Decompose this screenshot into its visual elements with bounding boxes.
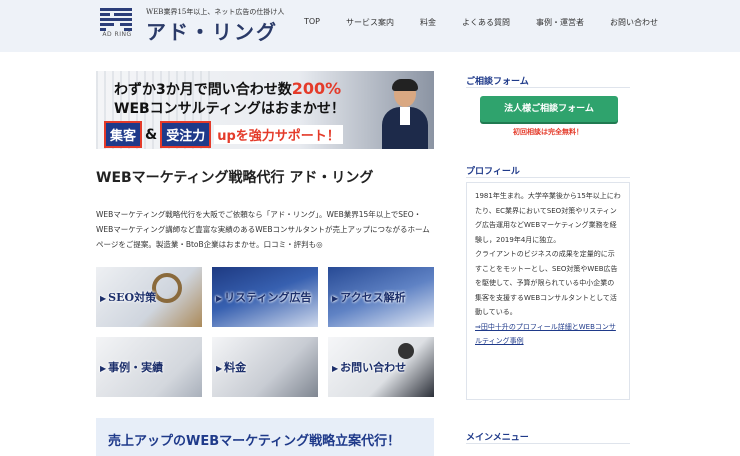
tile-cases[interactable]: ▶ 事例・実績 (96, 337, 202, 397)
global-nav: TOP サービス案内 料金 よくある質問 事例・運営者 お問い合わせ (298, 17, 671, 28)
profile-heading: プロフィール (466, 167, 520, 177)
nav-item-faq[interactable]: よくある質問 (449, 17, 523, 28)
tile-analytics[interactable]: ▶ アクセス解析 (328, 267, 434, 327)
service-tiles: ▶ SEO対策 ▶ リスティング広告 ▶ アクセス解析 ▶ 事例・実績 ▶ 料金 ▶ お問い… (96, 267, 436, 397)
site-brand[interactable]: アド・リング (146, 16, 278, 45)
consult-heading: ご相談フォーム (466, 77, 529, 87)
hero-tags: 集客 & 受注力 upを強力サポート！ (104, 121, 343, 148)
hero-headline: わずか3か月で問い合わせ数200% (114, 79, 342, 98)
logo-icon (100, 8, 132, 31)
nav-item-top[interactable]: TOP (298, 17, 333, 28)
consult-note: 初回相談は完全無料！ (513, 128, 583, 136)
nav-item-cases[interactable]: 事例・運営者 (523, 17, 597, 28)
profile-text-2: クライアントのビジネスの成果を定量的に示すことをモットーとし、SEO対策やWEB… (475, 250, 618, 316)
site-header: AD RING WEB業界15年以上、ネット広告の仕掛け人 アド・リング TOP… (0, 0, 740, 52)
consult-button[interactable]: 法人様ご相談フォーム (480, 96, 618, 122)
hero-tag-order: 受注力 (160, 121, 212, 148)
hero-tag-attract: 集客 (104, 121, 143, 148)
tile-seo[interactable]: ▶ SEO対策 (96, 267, 202, 327)
profile-text-1: 1981年生まれ。大学卒業後から15年以上にわたり、EC業界においてSEO対策や… (475, 192, 621, 244)
magnifier-icon (152, 273, 182, 303)
cta-band-heading: 売上アップのWEBマーケティング戦略立案代行！ (108, 434, 401, 449)
hero-highlight: 200% (291, 79, 342, 98)
page-title: WEBマーケティング戦略代行 アド・リング (96, 170, 374, 186)
logo-caption: AD RING (102, 31, 132, 38)
person-photo (398, 343, 414, 359)
profile-box: 1981年生まれ。大学卒業後から15年以上にわたり、EC業界においてSEO対策や… (466, 182, 630, 400)
tile-pricing[interactable]: ▶ 料金 (212, 337, 318, 397)
nav-item-contact[interactable]: お問い合わせ (597, 17, 671, 28)
nav-item-pricing[interactable]: 料金 (407, 17, 449, 28)
divider (466, 443, 630, 444)
main-menu-heading: メインメニュー (466, 433, 529, 443)
hero-subheadline: WEBコンサルティングはおまかせ！ (114, 101, 345, 117)
hero-tail: upを強力サポート！ (214, 125, 343, 144)
tile-contact[interactable]: ▶ お問い合わせ (328, 337, 434, 397)
profile-link[interactable]: ⇒田中十升のプロフィール詳細とWEBコンサルティング事例 (475, 320, 621, 349)
cta-band: 売上アップのWEBマーケティング戦略立案代行！ (96, 418, 434, 456)
divider (466, 177, 630, 178)
logo[interactable]: AD RING (98, 6, 136, 46)
hero-banner[interactable]: わずか3か月で問い合わせ数200% WEBコンサルティングはおまかせ！ 集客 &… (96, 71, 434, 149)
tile-listing[interactable]: ▶ リスティング広告 (212, 267, 318, 327)
intro-text: WEBマーケティング戦略代行を大阪でご依頼なら「アド・リング」。WEB業界15年… (96, 210, 430, 249)
businessman-photo (378, 77, 432, 149)
nav-item-services[interactable]: サービス案内 (333, 17, 407, 28)
divider (466, 87, 630, 88)
